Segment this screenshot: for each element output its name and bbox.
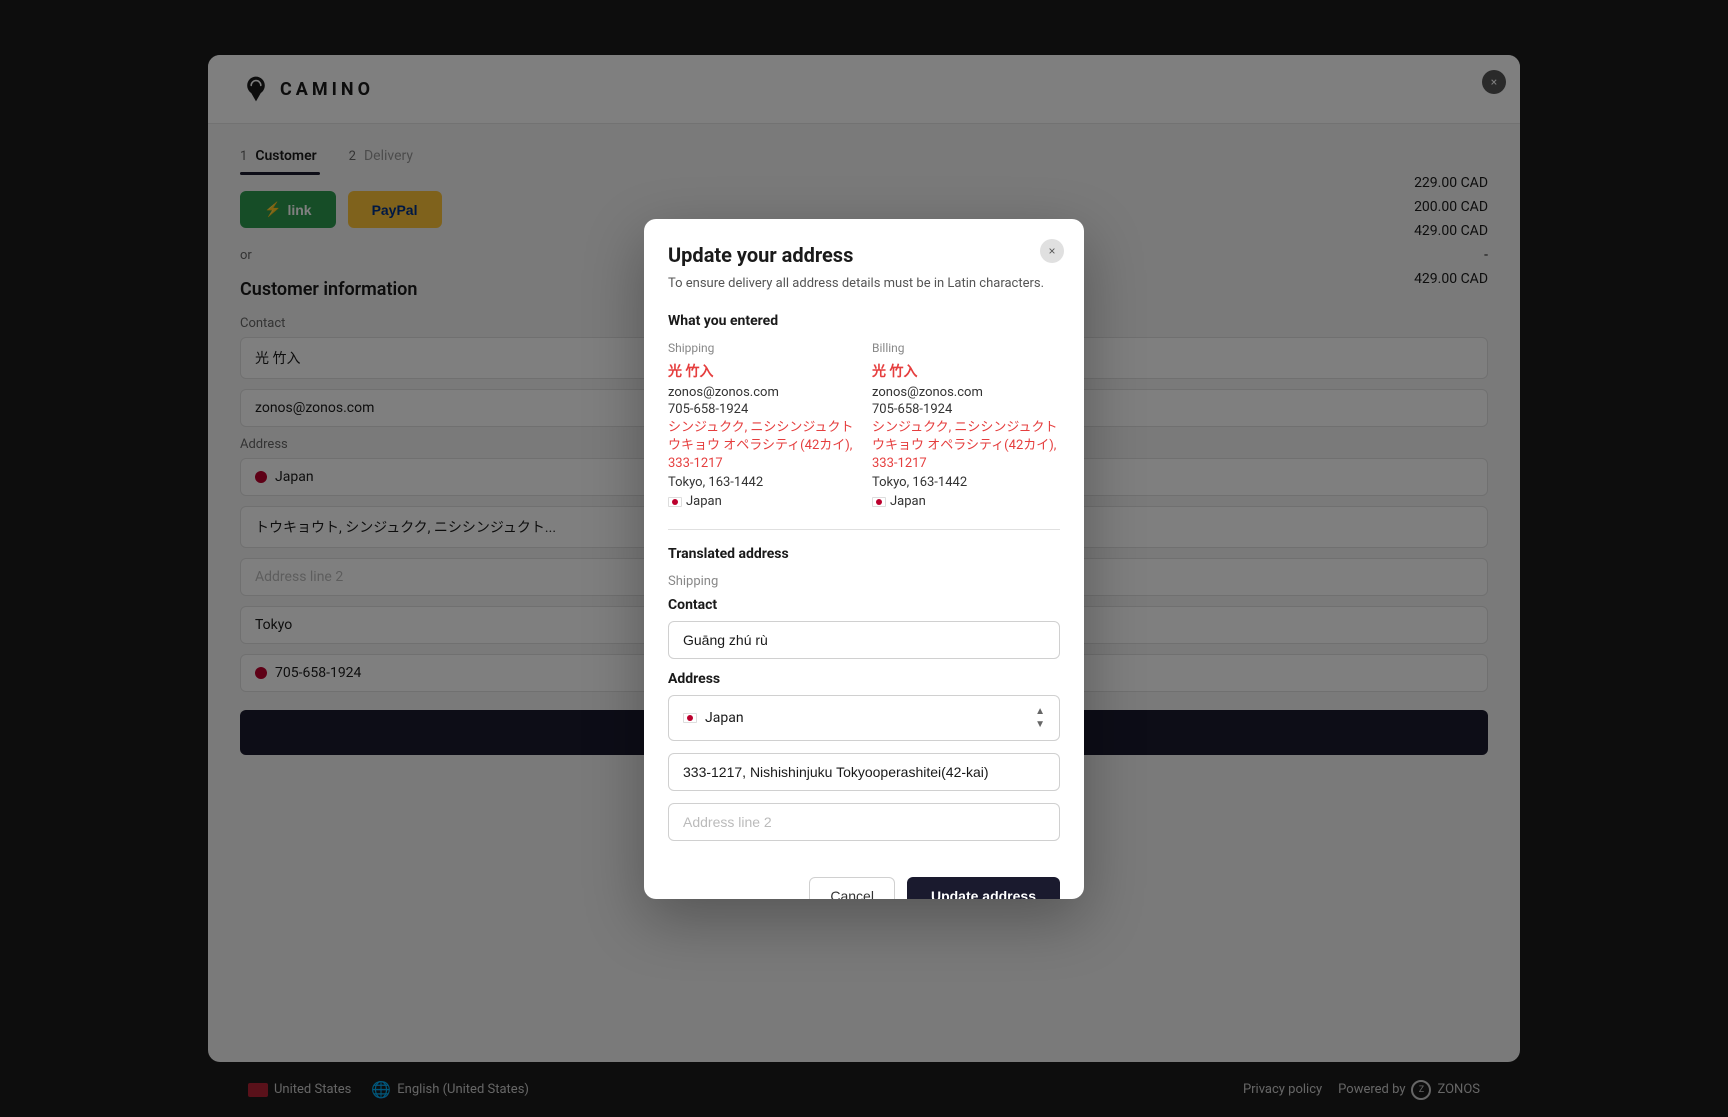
shipping-phone: 705-658-1924 bbox=[668, 402, 856, 417]
country-flag-icon bbox=[683, 713, 697, 723]
address-columns: Shipping 光 竹入 zonos@zonos.com 705-658-19… bbox=[668, 341, 1060, 510]
shipping-col-header: Shipping bbox=[668, 341, 856, 355]
billing-country: Japan bbox=[872, 494, 1060, 509]
chevron-updown-icon: ▲ ▼ bbox=[1035, 706, 1045, 730]
shipping-flag-icon bbox=[668, 497, 682, 507]
billing-flag-icon bbox=[872, 497, 886, 507]
address-section-label: Address bbox=[668, 671, 1060, 687]
modal-header: Update your address × To ensure delivery… bbox=[644, 219, 1084, 293]
shipping-email: zonos@zonos.com bbox=[668, 385, 856, 400]
address-line1-input[interactable] bbox=[668, 753, 1060, 791]
shipping-sublabel: Shipping bbox=[668, 574, 1060, 589]
billing-name: 光 竹入 bbox=[872, 361, 1060, 381]
what-you-entered-label: What you entered bbox=[668, 313, 1060, 329]
billing-column: Billing 光 竹入 zonos@zonos.com 705-658-192… bbox=[872, 341, 1060, 510]
billing-col-header: Billing bbox=[872, 341, 1060, 355]
billing-address-red: シンジュクク, ニシシンジュクトウキョウ オペラシティ(42カイ), 333-1… bbox=[872, 419, 1060, 474]
shipping-country: Japan bbox=[668, 494, 856, 509]
cancel-button[interactable]: Cancel bbox=[809, 877, 895, 898]
update-address-button[interactable]: Update address bbox=[907, 877, 1060, 898]
translated-address-label: Translated address bbox=[668, 546, 1060, 562]
update-address-modal: Update your address × To ensure delivery… bbox=[644, 219, 1084, 899]
modal-close-button[interactable]: × bbox=[1040, 239, 1064, 263]
shipping-city-postal: Tokyo, 163-1442 bbox=[668, 475, 856, 490]
shipping-column: Shipping 光 竹入 zonos@zonos.com 705-658-19… bbox=[668, 341, 856, 510]
contact-input[interactable] bbox=[668, 621, 1060, 659]
modal-title: Update your address bbox=[668, 243, 1060, 267]
billing-city-postal: Tokyo, 163-1442 bbox=[872, 475, 1060, 490]
contact-section-label: Contact bbox=[668, 597, 1060, 613]
section-divider bbox=[668, 529, 1060, 530]
modal-body: What you entered Shipping 光 竹入 zonos@zon… bbox=[644, 313, 1084, 899]
billing-phone: 705-658-1924 bbox=[872, 402, 1060, 417]
modal-footer-buttons: Cancel Update address bbox=[668, 869, 1060, 898]
country-value: Japan bbox=[705, 710, 744, 726]
billing-email: zonos@zonos.com bbox=[872, 385, 1060, 400]
shipping-address-red: シンジュクク, ニシシンジュクトウキョウ オペラシティ(42カイ), 333-1… bbox=[668, 419, 856, 474]
shipping-name: 光 竹入 bbox=[668, 361, 856, 381]
country-selector[interactable]: Japan ▲ ▼ bbox=[668, 695, 1060, 741]
translated-address-section: Translated address Shipping Contact Addr… bbox=[668, 546, 1060, 853]
modal-subtitle: To ensure delivery all address details m… bbox=[668, 275, 1060, 293]
address-line2-input[interactable] bbox=[668, 803, 1060, 841]
